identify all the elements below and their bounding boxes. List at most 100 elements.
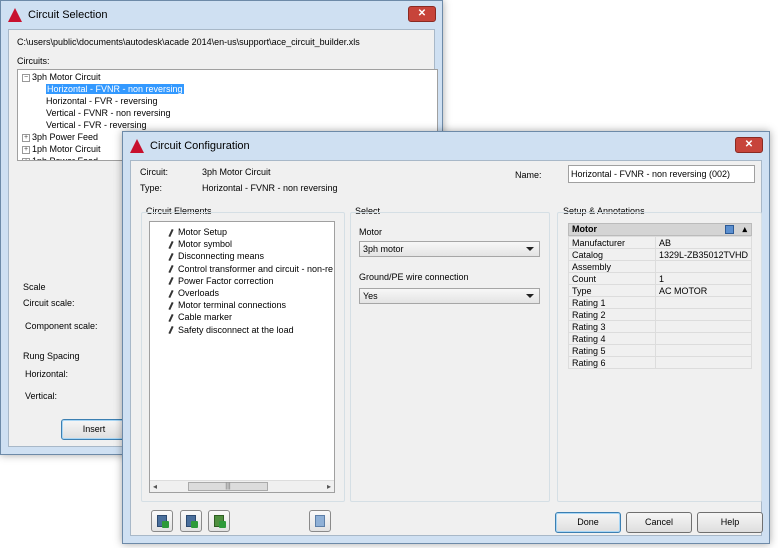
sort-icon[interactable]	[725, 225, 734, 234]
property-name: Rating 4	[568, 332, 656, 345]
tree-item[interactable]: Vertical - FVR - reversing	[22, 119, 147, 131]
property-value[interactable]	[654, 356, 753, 369]
circuit-elements-list[interactable]: Motor Setup Motor symbol Disconnecting mea…	[149, 221, 335, 493]
circuit-element-label: Control transformer and circuit - non-re	[178, 263, 334, 274]
motor-dropdown[interactable]: 3ph motor	[359, 241, 540, 257]
property-row[interactable]: Assembly	[568, 260, 753, 273]
expander-icon[interactable]: +	[22, 133, 30, 142]
circuit-element-label: Safety disconnect at the load	[178, 324, 294, 335]
circuit-element-item[interactable]: Control transformer and circuit - non-re	[156, 263, 333, 275]
circuits-label: Circuits:	[17, 56, 50, 66]
expander-icon[interactable]: −	[22, 73, 30, 82]
chevron-down-icon	[526, 294, 534, 298]
circuit-element-item[interactable]: Safety disconnect at the load	[156, 324, 294, 336]
tree-item[interactable]: Horizontal - FVR - reversing	[22, 95, 158, 107]
component-scale-label: Component scale:	[25, 321, 98, 331]
type-value: Horizontal - FVNR - non reversing	[202, 183, 338, 193]
add-element-button[interactable]	[180, 510, 202, 532]
circuit-element-label: Disconnecting means	[178, 251, 265, 262]
motor-value: 3ph motor	[363, 244, 404, 254]
circuit-element-label: Motor symbol	[178, 239, 233, 250]
tree-item[interactable]: Vertical - FVNR - non reversing	[22, 107, 171, 119]
circuit-element-item[interactable]: Power Factor correction	[156, 275, 274, 287]
tree-item[interactable]: +1ph Motor Circuit	[22, 143, 101, 155]
rung-spacing-label: Rung Spacing	[23, 351, 80, 361]
expander-icon[interactable]: +	[22, 145, 30, 154]
property-value[interactable]	[654, 296, 753, 309]
property-row[interactable]: Rating 4	[568, 332, 753, 345]
tree-item[interactable]: +1ph Power Feed	[22, 155, 99, 161]
name-input[interactable]	[568, 165, 755, 183]
cancel-button[interactable]: Cancel	[626, 512, 692, 533]
circuit-element-item[interactable]: Cable marker	[156, 311, 232, 323]
circuit-element-item[interactable]: Motor Setup	[156, 226, 227, 238]
circuit-element-item[interactable]: Overloads	[156, 287, 219, 299]
circuit-element-item[interactable]: Disconnecting means	[156, 250, 264, 262]
tree-item-label: 3ph Power Feed	[32, 132, 99, 142]
refresh-element-button[interactable]	[309, 510, 331, 532]
property-value[interactable]: 1329L-ZB35012TVHD	[654, 248, 753, 261]
config-titlebar[interactable]: Circuit Configuration ✕	[123, 132, 769, 160]
circuit-element-item[interactable]: Motor terminal connections	[156, 299, 286, 311]
motor-properties-header[interactable]: Motor ▴	[568, 223, 752, 236]
tree-item-label: Vertical - FVNR - non reversing	[46, 108, 171, 118]
circuit-element-item[interactable]: Motor symbol	[156, 238, 232, 250]
property-value[interactable]	[654, 332, 753, 345]
insert-element-button[interactable]	[151, 510, 173, 532]
tree-item[interactable]: −3ph Motor Circuit	[22, 71, 101, 83]
scroll-left-icon[interactable]: ◂	[153, 481, 157, 492]
property-row[interactable]: Rating 2	[568, 308, 753, 321]
name-label: Name:	[515, 170, 542, 180]
property-value[interactable]	[654, 320, 753, 333]
selection-close-button[interactable]: ✕	[408, 6, 436, 22]
tree-item-label: Horizontal - FVNR - non reversing	[46, 84, 184, 94]
property-value[interactable]: 1	[654, 272, 753, 285]
property-value[interactable]: AB	[654, 236, 753, 249]
property-row[interactable]: Count 1	[568, 272, 753, 285]
property-name: Manufacturer	[568, 236, 656, 249]
tree-item-label: Horizontal - FVR - reversing	[46, 96, 158, 106]
insert-button[interactable]: Insert	[61, 419, 127, 440]
property-row[interactable]: Catalog 1329L-ZB35012TVHD	[568, 248, 753, 261]
motor-properties-grid[interactable]: Manufacturer AB Catalog 1329L-ZB35012TVHD As…	[568, 236, 753, 369]
circuit-scale-label: Circuit scale:	[23, 298, 75, 308]
type-label: Type:	[140, 183, 163, 193]
tree-item[interactable]: +3ph Power Feed	[22, 131, 98, 143]
property-row[interactable]: Type AC MOTOR	[568, 284, 753, 297]
property-name: Rating 6	[568, 356, 656, 369]
property-row[interactable]: Rating 5	[568, 344, 753, 357]
copy-element-button[interactable]	[208, 510, 230, 532]
selection-titlebar[interactable]: Circuit Selection ✕	[1, 1, 442, 29]
property-name: Type	[568, 284, 656, 297]
done-button[interactable]: Done	[555, 512, 621, 533]
property-row[interactable]: Rating 3	[568, 320, 753, 333]
collapse-icon[interactable]: ▴	[742, 224, 747, 235]
scroll-right-icon[interactable]: ▸	[327, 481, 331, 492]
property-name: Rating 5	[568, 344, 656, 357]
pencil-icon	[168, 313, 174, 323]
ground-dropdown[interactable]: Yes	[359, 288, 540, 304]
property-value[interactable]	[654, 344, 753, 357]
property-value[interactable]: AC MOTOR	[654, 284, 753, 297]
autocad-logo-icon	[8, 8, 22, 22]
tree-item[interactable]: Horizontal - FVNR - non reversing	[22, 83, 184, 95]
horizontal-scrollbar[interactable]: ◂ ||| ▸	[150, 480, 334, 492]
property-value[interactable]	[654, 308, 753, 321]
property-row[interactable]: Rating 6	[568, 356, 753, 369]
expander-icon[interactable]: +	[22, 157, 30, 160]
config-close-button[interactable]: ✕	[735, 137, 763, 153]
scroll-thumb[interactable]: |||	[188, 482, 268, 491]
help-button[interactable]: Help	[697, 512, 763, 533]
circuit-value: 3ph Motor Circuit	[202, 167, 271, 177]
autocad-logo-icon	[130, 139, 144, 153]
ground-label: Ground/PE wire connection	[359, 272, 469, 282]
config-title: Circuit Configuration	[150, 140, 250, 152]
circuit-element-label: Motor terminal connections	[178, 300, 287, 311]
property-value[interactable]	[654, 260, 753, 273]
horizontal-label: Horizontal:	[25, 369, 69, 379]
ground-value: Yes	[363, 291, 378, 301]
property-row[interactable]: Rating 1	[568, 296, 753, 309]
property-row[interactable]: Manufacturer AB	[568, 236, 753, 249]
tree-item-label: 1ph Power Feed	[32, 156, 99, 161]
property-name: Count	[568, 272, 656, 285]
